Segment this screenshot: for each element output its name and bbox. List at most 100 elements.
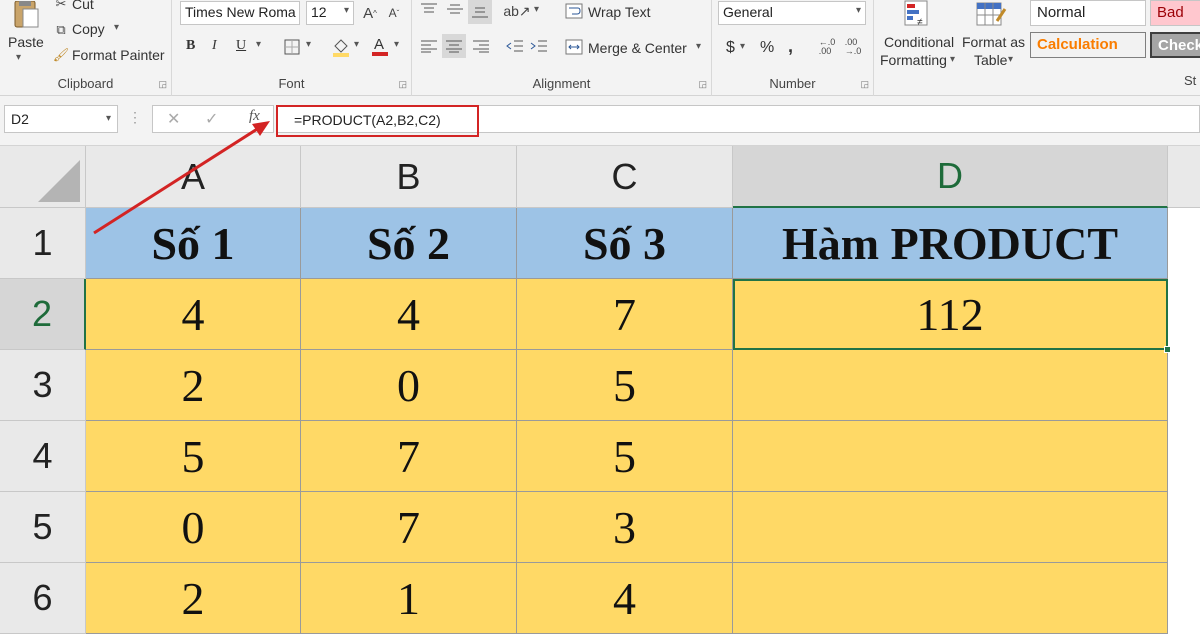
- row-header-3[interactable]: 3: [0, 350, 86, 421]
- increase-indent-icon[interactable]: [528, 36, 550, 56]
- font-launcher-icon[interactable]: ◲: [398, 79, 407, 90]
- align-center-icon[interactable]: [442, 34, 466, 58]
- cell-d1[interactable]: Hàm PRODUCT: [733, 208, 1168, 279]
- align-right-icon[interactable]: [470, 36, 492, 56]
- cell-b6[interactable]: 1: [301, 563, 517, 634]
- cell-c1[interactable]: Số 3: [517, 208, 733, 279]
- fill-color-dropdown-icon[interactable]: ▾: [354, 39, 359, 50]
- format-table-dropdown-icon[interactable]: ▾: [1008, 54, 1013, 65]
- cell-b2[interactable]: 4: [301, 279, 517, 350]
- column-header-b[interactable]: B: [301, 146, 517, 208]
- clipboard-launcher-icon[interactable]: ◲: [158, 79, 167, 90]
- select-all-corner[interactable]: [0, 146, 86, 208]
- style-check[interactable]: Check: [1150, 32, 1200, 58]
- format-as-table-icon[interactable]: [974, 0, 1008, 30]
- alignment-launcher-icon[interactable]: ◲: [698, 79, 707, 90]
- cell-c6[interactable]: 4: [517, 563, 733, 634]
- cell-d3[interactable]: [733, 350, 1168, 421]
- row-header-4[interactable]: 4: [0, 421, 86, 492]
- column-header-d[interactable]: D: [733, 146, 1168, 208]
- cell-b5[interactable]: 7: [301, 492, 517, 563]
- paste-dropdown-icon[interactable]: ▾: [16, 52, 21, 63]
- scissors-icon[interactable]: ✂: [52, 0, 70, 12]
- cell-c2[interactable]: 7: [517, 279, 733, 350]
- cell-d5[interactable]: [733, 492, 1168, 563]
- increase-decimal-icon[interactable]: ←.0.00: [816, 37, 838, 57]
- conditional-formatting-icon[interactable]: ≠: [902, 0, 932, 30]
- underline-button[interactable]: U: [236, 38, 246, 54]
- font-color-icon[interactable]: A: [370, 34, 390, 58]
- orientation-icon[interactable]: ab↗: [503, 0, 530, 22]
- font-name-select[interactable]: Times New Roma: [180, 1, 300, 25]
- cancel-icon[interactable]: ✕: [167, 109, 180, 129]
- style-calculation[interactable]: Calculation: [1030, 32, 1146, 58]
- comma-button[interactable]: ,: [788, 36, 793, 57]
- cell-a5[interactable]: 0: [86, 492, 301, 563]
- number-format-select[interactable]: General ▾: [718, 1, 866, 25]
- merge-dropdown-icon[interactable]: ▾: [696, 41, 701, 52]
- number-launcher-icon[interactable]: ◲: [860, 79, 869, 90]
- font-size-select[interactable]: 12 ▾: [306, 1, 354, 25]
- percent-button[interactable]: %: [760, 39, 774, 57]
- cell-b3[interactable]: 0: [301, 350, 517, 421]
- grow-font-icon[interactable]: A ^: [360, 2, 380, 24]
- column-header-c[interactable]: C: [517, 146, 733, 208]
- row-header-5[interactable]: 5: [0, 492, 86, 563]
- enter-icon[interactable]: ✓: [205, 109, 218, 129]
- shrink-font-icon[interactable]: Aˇ: [384, 2, 404, 24]
- cell-c4[interactable]: 5: [517, 421, 733, 492]
- conditional-formatting-line1[interactable]: Conditional: [884, 34, 954, 50]
- row-header-6[interactable]: 6: [0, 563, 86, 634]
- cell-d2[interactable]: 112: [733, 279, 1168, 350]
- font-color-dropdown-icon[interactable]: ▾: [394, 39, 399, 50]
- currency-button[interactable]: $: [726, 39, 735, 57]
- fill-color-icon[interactable]: [330, 36, 352, 58]
- borders-icon[interactable]: [282, 37, 302, 57]
- decrease-indent-icon[interactable]: [504, 36, 526, 56]
- style-bad[interactable]: Bad: [1150, 0, 1200, 26]
- cell-a6[interactable]: 2: [86, 563, 301, 634]
- format-as-table-line1[interactable]: Format as: [962, 34, 1025, 50]
- column-header-e[interactable]: [1168, 146, 1200, 208]
- underline-dropdown-icon[interactable]: ▾: [256, 39, 261, 50]
- merge-center-icon[interactable]: [564, 38, 584, 56]
- currency-dropdown-icon[interactable]: ▾: [740, 41, 745, 52]
- cell-c5[interactable]: 3: [517, 492, 733, 563]
- paste-icon[interactable]: [8, 0, 42, 30]
- cell-a2[interactable]: 4: [86, 279, 301, 350]
- cut-button[interactable]: Cut: [72, 0, 94, 12]
- decrease-decimal-icon[interactable]: .00 →.0: [842, 37, 864, 57]
- row-header-2[interactable]: 2: [0, 279, 86, 350]
- cell-b4[interactable]: 7: [301, 421, 517, 492]
- copy-dropdown-icon[interactable]: ▾: [114, 22, 119, 33]
- align-top-icon[interactable]: [418, 0, 440, 18]
- italic-button[interactable]: I: [212, 38, 217, 54]
- conditional-dropdown-icon[interactable]: ▾: [950, 54, 955, 65]
- cell-c3[interactable]: 5: [517, 350, 733, 421]
- cell-b1[interactable]: Số 2: [301, 208, 517, 279]
- align-bottom-icon[interactable]: [468, 0, 492, 24]
- merge-center-button[interactable]: Merge & Center: [588, 40, 687, 56]
- wrap-text-button[interactable]: Wrap Text: [588, 4, 651, 20]
- bold-button[interactable]: B: [186, 38, 195, 54]
- align-middle-icon[interactable]: [444, 0, 466, 18]
- borders-dropdown-icon[interactable]: ▾: [306, 39, 311, 50]
- row-header-1[interactable]: 1: [0, 208, 86, 279]
- format-painter-button[interactable]: Format Painter: [72, 47, 165, 63]
- orientation-dropdown-icon[interactable]: ▾: [534, 4, 539, 15]
- cell-d4[interactable]: [733, 421, 1168, 492]
- cell-a3[interactable]: 2: [86, 350, 301, 421]
- cell-a4[interactable]: 5: [86, 421, 301, 492]
- format-as-table-line2[interactable]: Table: [974, 52, 1007, 68]
- cell-a1[interactable]: Số 1: [86, 208, 301, 279]
- name-box[interactable]: D2 ▾: [4, 105, 118, 133]
- style-normal[interactable]: Normal: [1030, 0, 1146, 26]
- wrap-text-icon[interactable]: [564, 2, 584, 20]
- paste-button[interactable]: Paste: [8, 34, 44, 50]
- cell-d6[interactable]: [733, 563, 1168, 634]
- conditional-formatting-line2[interactable]: Formatting: [880, 52, 947, 68]
- fill-handle[interactable]: [1164, 346, 1171, 353]
- copy-icon[interactable]: ⧉: [52, 22, 70, 38]
- insert-function-button[interactable]: fx: [249, 108, 260, 125]
- align-left-icon[interactable]: [418, 36, 440, 56]
